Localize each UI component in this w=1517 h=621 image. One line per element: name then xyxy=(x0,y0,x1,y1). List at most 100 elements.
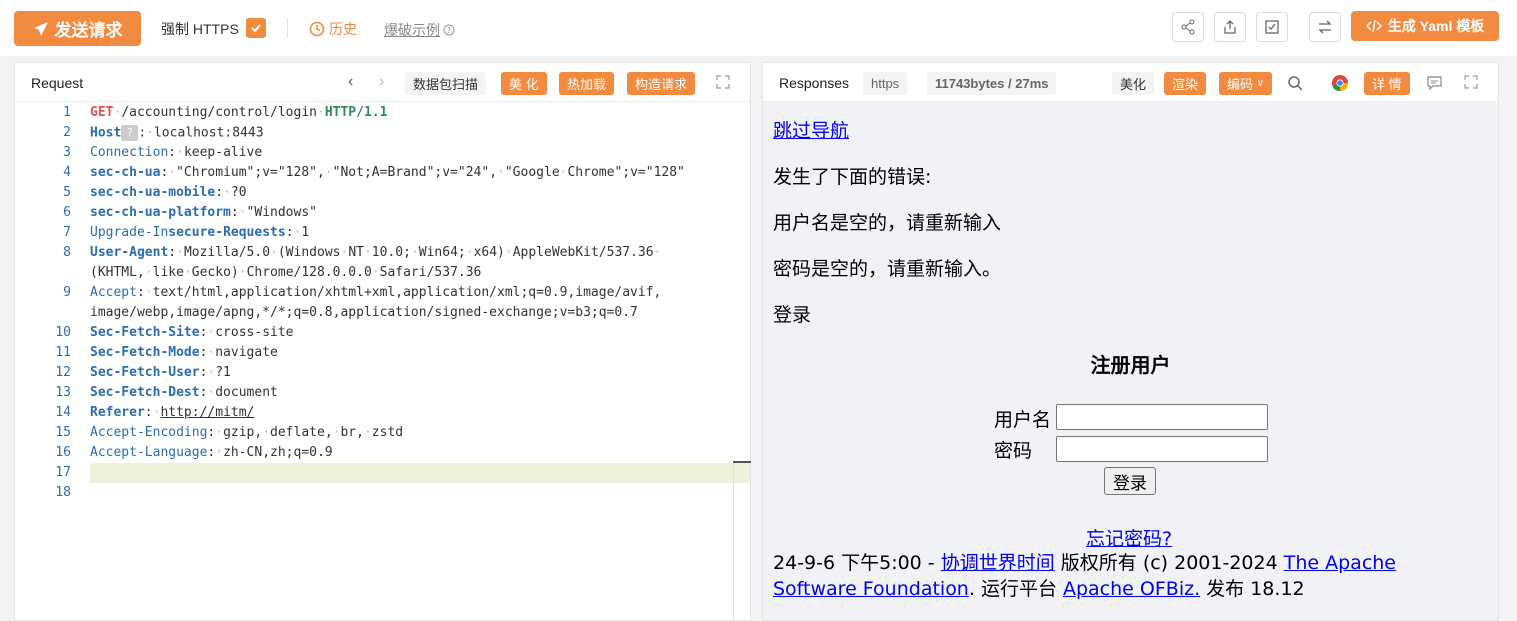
editor-scroll-track xyxy=(733,461,734,621)
apache-link-part2[interactable]: Software Foundation xyxy=(773,578,969,600)
code-token: Accept xyxy=(90,285,137,300)
edit-check-button[interactable] xyxy=(1256,12,1288,42)
code-line: Connection:·keep-alive xyxy=(90,145,262,160)
line-number: 17 xyxy=(55,465,71,480)
tab-build-request[interactable]: 构造请求 xyxy=(627,72,696,95)
force-https-label: 强制 HTTPS xyxy=(161,21,239,37)
code-token: HTTP/1.1 xyxy=(324,105,388,120)
share-button[interactable] xyxy=(1172,12,1204,42)
code-token: Connection xyxy=(90,145,169,160)
code-token: "Windows" xyxy=(246,205,317,220)
send-request-button[interactable]: 发送请求 xyxy=(14,11,141,46)
code-token: · xyxy=(363,245,372,260)
tab-encoding[interactable]: 编码 ∨ xyxy=(1219,72,1272,95)
code-token: Chrome/128.0.0.0 xyxy=(246,265,372,280)
code-token: cross-site xyxy=(215,325,294,340)
tab-hot-reload[interactable]: 热加载 xyxy=(559,72,615,95)
code-token: x64) xyxy=(473,245,505,260)
code-token: Accept-Encoding xyxy=(90,425,208,440)
footer-platform: . 运行平台 xyxy=(968,578,1063,600)
code-line: Accept-Encoding:·gzip,·deflate,·br,·zstd xyxy=(90,425,403,440)
username-label: 用户名 xyxy=(994,409,1052,431)
code-token: · xyxy=(465,245,474,260)
top-toolbar: 发送请求 强制 HTTPS 历史 爆破示例 ? 生成 Yaml 模板 xyxy=(0,0,1517,56)
chrome-icon[interactable] xyxy=(1331,74,1349,92)
code-token: Sec-Fetch-Mode xyxy=(90,345,200,360)
code-token: Accept-Language xyxy=(90,445,208,460)
generate-yaml-button[interactable]: 生成 Yaml 模板 xyxy=(1351,11,1499,41)
comment-icon[interactable] xyxy=(1427,76,1442,90)
history-button[interactable]: 历史 xyxy=(309,19,357,39)
line-number: 2 xyxy=(63,125,71,140)
code-token: · xyxy=(316,105,325,120)
editor-scrollbar[interactable] xyxy=(733,461,751,463)
swap-button[interactable] xyxy=(1309,12,1341,42)
code-token: Sec-Fetch-Site xyxy=(90,325,200,340)
code-token: : xyxy=(144,405,153,420)
code-line: Sec-Fetch-Mode:·navigate xyxy=(90,345,278,360)
code-token: text/html,application/xhtml+xml,applicat… xyxy=(152,285,662,300)
request-editor[interactable]: 1 GET·/accounting/control/login·HTTP/1.1 2… xyxy=(15,103,751,621)
login-button[interactable]: 登录 xyxy=(1104,467,1156,495)
code-token: : xyxy=(168,145,177,160)
tab-packet-scan[interactable]: 数据包扫描 xyxy=(405,72,487,95)
response-header: Responses https 11743bytes / 27ms 美化 渲染 … xyxy=(763,63,1498,102)
code-token: Referer xyxy=(90,405,145,420)
history-label: 历史 xyxy=(329,21,357,37)
line-number: 7 xyxy=(63,225,71,240)
code-line: Upgrade-Insecure-Requests:·1 xyxy=(90,225,309,240)
chevron-right-icon[interactable]: › xyxy=(379,73,384,91)
toolbar-divider xyxy=(287,18,288,38)
tab-beautify-response[interactable]: 美化 xyxy=(1112,72,1155,95)
help-circle-icon: ? xyxy=(443,24,455,36)
code-token: ?1 xyxy=(215,365,231,380)
code-token: "Google xyxy=(504,165,560,180)
export-button[interactable] xyxy=(1214,12,1246,42)
timezone-link[interactable]: 协调世界时间 xyxy=(941,552,1055,574)
code-token: document xyxy=(215,385,278,400)
code-line: Sec-Fetch-Dest:·document xyxy=(90,385,278,400)
examples-label: 爆破示例 xyxy=(384,22,440,38)
checkmark-icon xyxy=(251,24,261,33)
search-icon[interactable] xyxy=(1287,75,1303,91)
password-input[interactable] xyxy=(1056,436,1268,462)
code-token: (Windows xyxy=(277,245,341,260)
code-icon xyxy=(1365,19,1382,33)
code-token: : xyxy=(136,285,145,300)
encoding-label: 编码 xyxy=(1227,77,1254,92)
line-number: 15 xyxy=(55,425,71,440)
active-line-highlight xyxy=(90,463,750,483)
apache-link-part1[interactable]: The Apache xyxy=(1284,552,1396,574)
code-token: deflate, xyxy=(270,425,333,440)
expand-icon[interactable] xyxy=(1464,75,1478,89)
code-line: sec-ch-ua-mobile:·?0 xyxy=(90,185,247,200)
line-number: 18 xyxy=(55,485,71,500)
chevron-left-icon[interactable]: ‹ xyxy=(348,73,353,91)
code-token: keep-alive xyxy=(183,145,263,160)
force-https-checkbox[interactable] xyxy=(246,18,266,38)
tab-details[interactable]: 详 情 xyxy=(1364,72,1410,95)
line-number: 11 xyxy=(55,345,71,360)
ofbiz-link[interactable]: Apache OFBiz. xyxy=(1063,578,1200,600)
help-badge-icon: ? xyxy=(121,125,139,141)
code-token: AppleWebKit/537.36 xyxy=(512,245,654,260)
code-line: sec-ch-ua-platform:·"Windows" xyxy=(90,205,317,220)
skip-nav-link[interactable]: 跳过导航 xyxy=(773,116,849,143)
forgot-password-link[interactable]: 忘记密码? xyxy=(1086,524,1172,551)
expand-icon[interactable] xyxy=(716,75,730,89)
code-token: : xyxy=(138,125,147,141)
code-token: br, xyxy=(340,425,364,440)
footer-text: 24-9-6 下午5:00 - 协调世界时间 版权所有 (c) 2001-202… xyxy=(773,550,1473,602)
examples-link[interactable]: 爆破示例 ? xyxy=(384,20,455,40)
code-token: · xyxy=(223,185,231,200)
share-icon xyxy=(1181,19,1195,35)
code-line: Sec-Fetch-Site:·cross-site xyxy=(90,325,294,340)
tab-beautify[interactable]: 美 化 xyxy=(501,72,547,95)
tab-render[interactable]: 渲染 xyxy=(1164,72,1207,95)
code-line: sec-ch-ua:·"Chromium";v="128",·"Not;A=Br… xyxy=(90,165,685,180)
username-input[interactable] xyxy=(1056,404,1268,430)
request-title: Request xyxy=(31,75,84,91)
size-time-badge: 11743bytes / 27ms xyxy=(927,72,1057,95)
code-token: Upgrade-In xyxy=(90,225,169,240)
line-number: 10 xyxy=(55,325,71,340)
